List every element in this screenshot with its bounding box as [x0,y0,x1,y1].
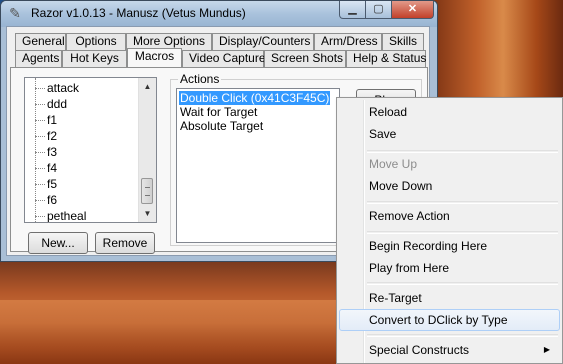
tree-item[interactable]: f5 [35,176,57,192]
tab-general[interactable]: General [15,33,66,50]
context-menu: Reload Save Move Up Move Down Remove Act… [336,97,563,364]
tab-screen-shots[interactable]: Screen Shots [264,50,346,67]
tree-branch [35,176,45,185]
desktop-ground-highlight [0,300,340,364]
tree-branch [35,192,45,201]
actions-group-label: Actions [178,72,222,86]
scroll-thumb[interactable] [141,178,153,204]
tree-item[interactable]: f6 [35,192,57,208]
tree-item[interactable]: ddd [35,96,67,112]
macro-tree[interactable]: attack ddd f1 f2 f3 f4 f5 f6 petheal ▲ ▼ [24,77,157,223]
tree-item-label: f6 [47,193,58,207]
action-item[interactable]: Double Click (0x41C3F45C) [179,91,331,105]
tab-hot-keys[interactable]: Hot Keys [62,50,127,67]
menu-item-save[interactable]: Save [339,123,560,145]
tree-item[interactable]: petheal [35,208,87,223]
tab-help-status[interactable]: Help & Status [346,50,426,67]
scroll-up-icon[interactable]: ▲ [139,78,156,95]
razor-app-icon: ✎ [9,5,21,21]
tree-branch [35,80,45,89]
tree-item-label: f5 [47,177,58,191]
tree-item-label: f1 [47,113,58,127]
menu-item-move-down[interactable]: Move Down [339,175,560,197]
new-macro-button[interactable]: New... [28,232,88,254]
tab-agents[interactable]: Agents [15,50,62,67]
tree-branch [35,208,45,217]
menu-separator [367,231,558,234]
submenu-arrow-icon: ▶ [543,345,550,354]
scroll-down-icon[interactable]: ▼ [139,205,156,222]
tree-item[interactable]: f1 [35,112,57,128]
tree-branch [35,128,45,137]
menu-separator [367,201,558,204]
tree-item[interactable]: f2 [35,128,57,144]
action-item[interactable]: Absolute Target [179,119,264,133]
minimize-button[interactable]: ▁ [339,1,366,19]
tree-item-label: attack [47,81,80,95]
menu-item-convert-dclick[interactable]: Convert to DClick by Type [339,309,560,331]
title-bar[interactable]: ✎ Razor v1.0.13 - Manusz (Vetus Mundus) … [1,1,437,27]
tree-item-label: ddd [47,97,68,111]
tree-item[interactable]: attack [35,80,79,96]
tree-item-label: f4 [47,161,58,175]
tab-video-capture[interactable]: Video Capture [182,50,266,67]
tab-options[interactable]: Options [66,33,126,50]
menu-separator [367,334,558,337]
tree-item[interactable]: f4 [35,160,57,176]
tree-item-label: petheal [47,209,87,223]
actions-list[interactable]: Double Click (0x41C3F45C) Wait for Targe… [176,88,340,243]
tree-branch [35,160,45,169]
window-title: Razor v1.0.13 - Manusz (Vetus Mundus) [31,6,246,20]
menu-item-move-up: Move Up [369,157,418,171]
menu-separator [367,282,558,285]
tab-macros[interactable]: Macros [127,48,182,67]
tab-display-counters[interactable]: Display/Counters [212,33,314,50]
remove-macro-button[interactable]: Remove [95,232,155,254]
tree-branch [35,112,45,121]
tree-item-label: f3 [47,145,58,159]
menu-item-remove-action[interactable]: Remove Action [339,205,560,227]
menu-item-special-constructs[interactable]: Special Constructs ▶ [339,339,560,361]
tree-item-label: f2 [47,129,58,143]
menu-item-begin-recording[interactable]: Begin Recording Here [339,235,560,257]
action-item[interactable]: Wait for Target [179,105,258,119]
maximize-button[interactable]: ▢ [365,1,392,19]
tree-branch [35,144,45,153]
menu-item-reload[interactable]: Reload [339,101,560,123]
menu-item-label: Special Constructs [369,343,470,357]
menu-item-play-from-here[interactable]: Play from Here [339,257,560,279]
tab-skills[interactable]: Skills [382,33,424,50]
tab-arm-dress[interactable]: Arm/Dress [314,33,382,50]
tree-branch [35,96,45,105]
tree-item[interactable]: f3 [35,144,57,160]
close-button[interactable]: ✕ [391,1,434,19]
menu-item-re-target[interactable]: Re-Target [339,287,560,309]
tree-scrollbar[interactable]: ▲ ▼ [138,78,156,222]
